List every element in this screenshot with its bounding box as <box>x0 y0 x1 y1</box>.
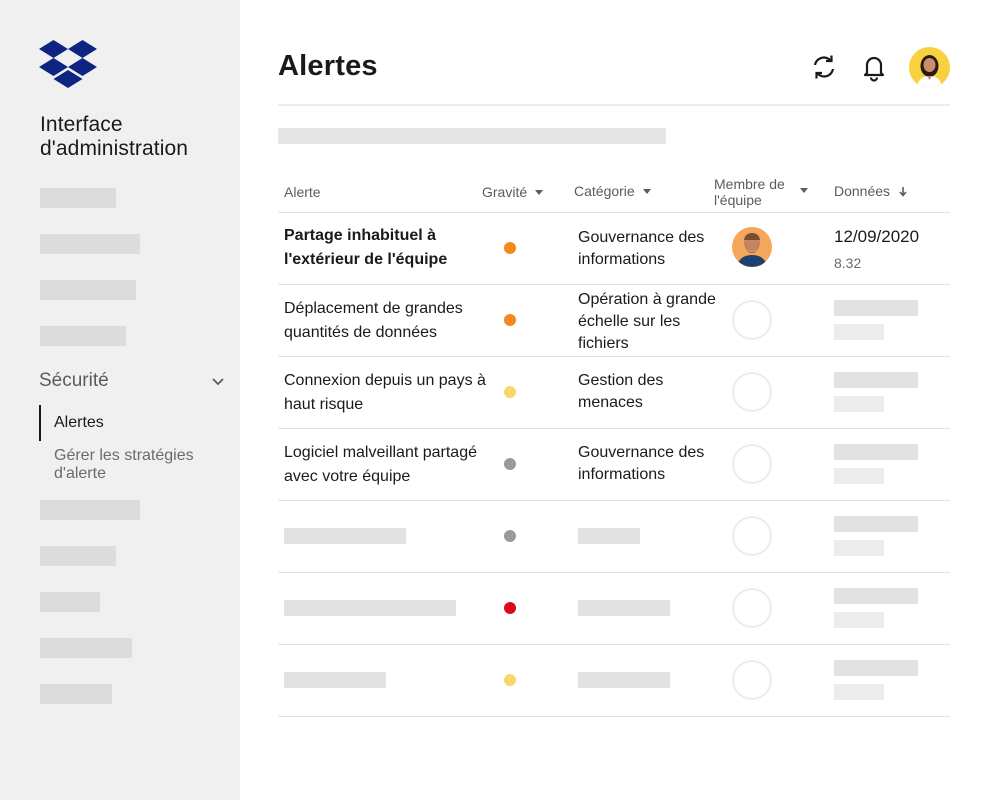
data-placeholder <box>834 540 884 556</box>
severity-dot <box>504 674 516 686</box>
severity-dot <box>504 242 516 254</box>
alert-placeholder <box>284 600 456 616</box>
table-row[interactable]: Connexion depuis un pays à haut risque G… <box>278 357 950 429</box>
column-header-data[interactable]: Données <box>834 183 907 199</box>
user-avatar-icon <box>917 55 942 88</box>
alert-placeholder <box>284 528 406 544</box>
data-placeholder <box>834 468 884 484</box>
severity-dot <box>504 386 516 398</box>
severity-dot <box>504 314 516 326</box>
nav-placeholder[interactable] <box>40 684 112 704</box>
caret-down-icon <box>800 188 808 193</box>
section-label: Sécurité <box>39 370 109 391</box>
member-avatar-empty[interactable] <box>732 660 772 700</box>
severity-dot <box>504 602 516 614</box>
alert-name: Logiciel malveillant partagé avec votre … <box>284 444 477 485</box>
data-placeholder <box>834 516 918 532</box>
nav-placeholder[interactable] <box>40 500 140 520</box>
data-placeholder <box>834 396 884 412</box>
column-header-member-label: Membre de l'équipe <box>714 176 785 208</box>
data-placeholder <box>834 660 918 676</box>
member-avatar-empty[interactable] <box>732 300 772 340</box>
app-title-line1: Interface <box>40 113 123 136</box>
data-placeholder <box>834 684 884 700</box>
table-row[interactable]: Partage inhabituel à l'extérieur de l'éq… <box>278 213 950 285</box>
dropbox-logo[interactable] <box>39 40 97 88</box>
column-header-severity-label: Gravité <box>482 184 528 200</box>
data-placeholder <box>834 612 884 628</box>
chevron-down-icon <box>212 378 224 386</box>
caret-down-icon <box>535 190 544 195</box>
app-title: Interface d'administration <box>40 113 188 161</box>
caret-down-icon <box>642 189 651 194</box>
nav-placeholder[interactable] <box>40 546 116 566</box>
column-header-data-label: Données <box>834 183 891 199</box>
active-indicator <box>39 405 41 441</box>
data-placeholder <box>834 372 918 388</box>
sidebar-item-alerts[interactable]: Alertes <box>54 414 104 432</box>
refresh-icon[interactable] <box>809 52 839 82</box>
nav-placeholder[interactable] <box>40 592 100 612</box>
sidebar: Interface d'administration Sécurité Aler… <box>0 0 240 800</box>
sidebar-section-security[interactable]: Sécurité <box>39 370 229 394</box>
category-placeholder <box>578 600 670 616</box>
data-placeholder <box>834 588 918 604</box>
severity-dot <box>504 458 516 470</box>
table-row[interactable] <box>278 501 950 573</box>
alert-data-size: 8.32 <box>834 255 862 271</box>
alert-name: Partage inhabituel à l'extérieur de l'éq… <box>284 227 448 268</box>
alert-category: Gestion des menaces <box>578 372 664 411</box>
bell-icon[interactable] <box>859 52 889 82</box>
alert-category: Gouvernance des informations <box>578 444 705 483</box>
member-avatar-empty[interactable] <box>732 516 772 556</box>
alert-name: Déplacement de grandes quantités de donn… <box>284 300 463 341</box>
search-placeholder[interactable] <box>278 128 666 144</box>
severity-dot <box>504 530 516 542</box>
nav-placeholder[interactable] <box>40 326 126 346</box>
column-header-category-label: Catégorie <box>574 183 635 199</box>
alert-date: 12/09/2020 <box>834 227 920 246</box>
page-title: Alertes <box>278 50 378 82</box>
nav-placeholder[interactable] <box>40 638 132 658</box>
column-header-alert[interactable]: Alerte <box>284 184 321 200</box>
arrow-down-icon <box>899 187 907 197</box>
column-header-alert-label: Alerte <box>284 184 321 200</box>
member-avatar-empty[interactable] <box>732 444 772 484</box>
alert-placeholder <box>284 672 386 688</box>
member-avatar-empty[interactable] <box>732 588 772 628</box>
alert-category: Gouvernance des informations <box>578 229 705 268</box>
nav-placeholder[interactable] <box>40 234 140 254</box>
column-header-severity[interactable]: Gravité <box>482 184 544 200</box>
member-avatar[interactable] <box>732 227 772 267</box>
table-row[interactable]: Logiciel malveillant partagé avec votre … <box>278 429 950 501</box>
member-avatar-empty[interactable] <box>732 372 772 412</box>
table-row[interactable]: Déplacement de grandes quantités de donn… <box>278 285 950 357</box>
alert-name: Connexion depuis un pays à haut risque <box>284 372 486 413</box>
user-avatar[interactable] <box>909 47 950 88</box>
alert-category: Opération à grande échelle sur les fichi… <box>578 291 716 352</box>
table-row[interactable] <box>278 573 950 645</box>
column-header-member[interactable]: Membre de l'équipe <box>714 176 814 208</box>
app-title-line2: d'administration <box>40 137 189 160</box>
category-placeholder <box>578 672 670 688</box>
data-placeholder <box>834 444 918 460</box>
data-placeholder <box>834 300 918 316</box>
data-placeholder <box>834 324 884 340</box>
column-header-category[interactable]: Catégorie <box>574 183 651 199</box>
member-avatar-icon <box>737 233 767 267</box>
category-placeholder <box>578 528 640 544</box>
header-divider <box>278 104 950 106</box>
nav-placeholder[interactable] <box>40 280 136 300</box>
nav-placeholder[interactable] <box>40 188 116 208</box>
table-row[interactable] <box>278 645 950 717</box>
sidebar-item-alert-policies[interactable]: Gérer les stratégies d'alerte <box>54 447 224 483</box>
